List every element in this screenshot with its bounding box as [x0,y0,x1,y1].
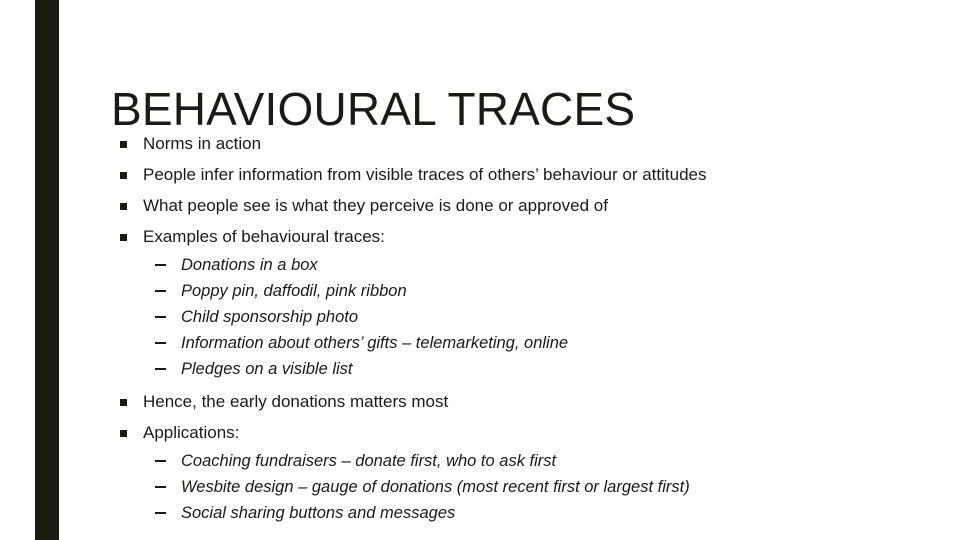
sub-bullet-item: Donations in a box [111,252,911,278]
bullet-item: Hence, the early donations matters most [111,386,911,417]
dash-bullet-icon [155,368,166,370]
square-bullet-icon [120,141,127,148]
bullet-item-label: Norms in action [143,134,262,153]
bullet-item-label: Applications: [143,423,240,442]
sub-bullet-item-label: Poppy pin, daffodil, pink ribbon [181,282,407,300]
sub-bullet-item: Child sponsorship photo [111,304,911,330]
dash-bullet-icon [155,460,166,462]
square-bullet-icon [120,234,127,241]
bullet-item: What people see is what they perceive is… [111,190,911,221]
left-accent-bar [35,0,59,540]
bullet-item-label: Examples of behavioural traces: [143,227,385,246]
sub-bullet-item: Poppy pin, daffodil, pink ribbon [111,278,911,304]
square-bullet-icon [120,203,127,210]
dash-bullet-icon [155,316,166,318]
bullet-item: Norms in action [111,128,911,159]
sub-bullet-item: Coaching fundraisers – donate first, who… [111,448,911,474]
bullet-item-label: Hence, the early donations matters most [143,392,449,411]
dash-bullet-icon [155,264,166,266]
sub-bullet-item: Pledges on a visible list [111,356,911,382]
dash-bullet-icon [155,342,166,344]
presentation-slide: BEHAVIOURAL TRACES Norms in action People… [0,0,960,540]
sub-bullet-item: Information about others’ gifts – telema… [111,330,911,356]
dash-bullet-icon [155,290,166,292]
square-bullet-icon [120,430,127,437]
square-bullet-icon [120,172,127,179]
slide-body-list: Norms in action People infer information … [111,128,911,526]
sub-bullet-item: Wesbite design – gauge of donations (mos… [111,474,911,500]
bullet-item: Examples of behavioural traces: [111,221,911,252]
bullet-item: Applications: [111,417,911,448]
bullet-item-label: What people see is what they perceive is… [143,196,608,215]
sub-bullet-item-label: Wesbite design – gauge of donations (mos… [181,478,690,496]
sub-bullet-item: Social sharing buttons and messages [111,500,911,526]
sub-bullet-item-label: Child sponsorship photo [181,308,359,326]
bullet-item: People infer information from visible tr… [111,159,911,190]
dash-bullet-icon [155,512,166,514]
dash-bullet-icon [155,486,166,488]
square-bullet-icon [120,399,127,406]
sub-bullet-item-label: Donations in a box [181,256,318,274]
sub-bullet-item-label: Pledges on a visible list [181,360,353,378]
bullet-item-label: People infer information from visible tr… [143,165,707,184]
sub-bullet-item-label: Social sharing buttons and messages [181,504,456,522]
sub-bullet-item-label: Coaching fundraisers – donate first, who… [181,452,557,470]
page-title: BEHAVIOURAL TRACES [111,82,636,135]
sub-bullet-item-label: Information about others’ gifts – telema… [181,334,569,352]
